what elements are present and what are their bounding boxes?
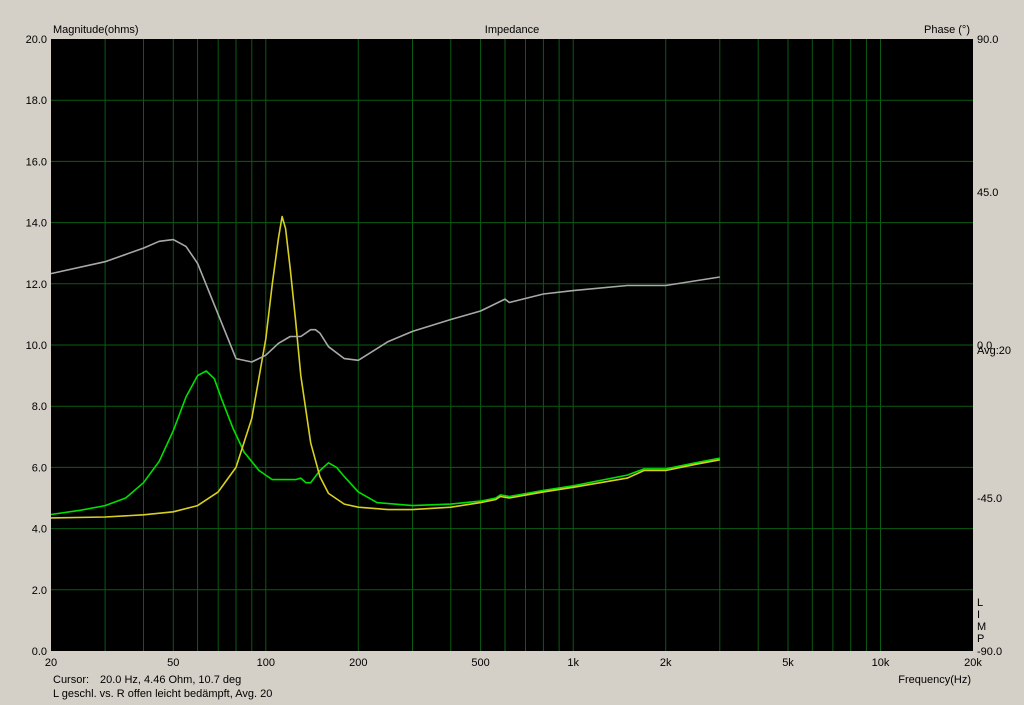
limp-letter: P [977, 633, 985, 645]
x-tick-label: 20 [45, 657, 57, 669]
x-tick-label: 50 [167, 657, 179, 669]
x-axis-label: Frequency(Hz) [898, 674, 971, 686]
x-tick-label: 5k [782, 657, 794, 669]
x-tick-label: 20k [964, 657, 982, 669]
y-tick-label: 8.0 [32, 401, 47, 413]
x-tick-label: 1k [567, 657, 579, 669]
impedance-chart: 0.02.04.06.08.010.012.014.016.018.020.0-… [26, 34, 1003, 669]
limp-letter: I [977, 609, 981, 621]
y-tick-label: 12.0 [26, 279, 47, 291]
limp-indicator: L I M P [977, 597, 989, 645]
y-tick-label: 4.0 [32, 524, 47, 536]
x-tick-label: 100 [257, 657, 275, 669]
avg-label: Avg:20 [977, 345, 1012, 357]
y-tick-label: 18.0 [26, 95, 47, 107]
y-tick-label: 20.0 [26, 34, 47, 46]
chart-caption: L geschl. vs. R offen leicht bedämpft, A… [53, 688, 273, 700]
cursor-readout: 20.0 Hz, 4.46 Ohm, 10.7 deg [100, 674, 242, 686]
y-tick-label: 6.0 [32, 462, 47, 474]
y-tick-label: 2.0 [32, 585, 47, 597]
y-tick-label: 14.0 [26, 218, 47, 230]
y-tick-label: 10.0 [26, 340, 47, 352]
y2-tick-label: -45.0 [977, 493, 1002, 505]
y2-tick-label: 90.0 [977, 34, 998, 46]
limp-letter: M [977, 621, 987, 633]
x-tick-label: 2k [660, 657, 672, 669]
x-tick-label: 500 [471, 657, 489, 669]
cursor-label: Cursor: [53, 674, 90, 686]
x-tick-label: 10k [872, 657, 890, 669]
x-tick-label: 200 [349, 657, 367, 669]
y-tick-label: 16.0 [26, 156, 47, 168]
limp-letter: L [977, 597, 984, 609]
y2-tick-label: 45.0 [977, 187, 998, 199]
